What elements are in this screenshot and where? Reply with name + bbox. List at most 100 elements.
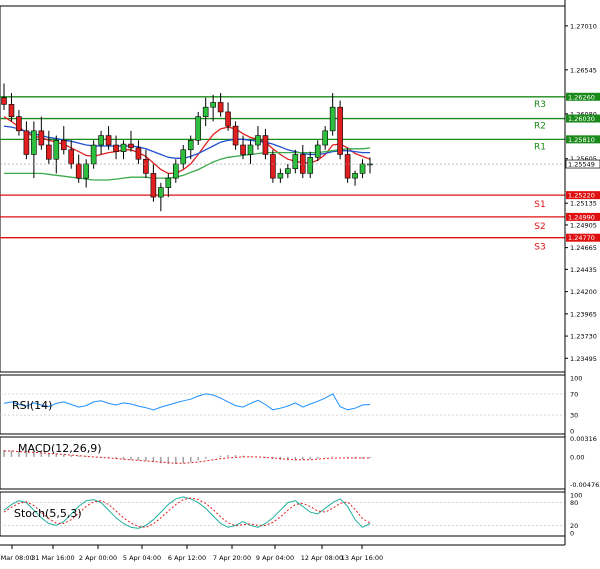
stoch-panel: 10080200Stoch(5,5,3) <box>0 491 582 538</box>
candle-body <box>337 106 343 155</box>
candle <box>270 149 276 183</box>
level-price-label: 1.25220 <box>568 192 595 200</box>
macd-label: MACD(12,26,9) <box>18 442 102 455</box>
rsi-tick-label: 100 <box>570 375 582 383</box>
candle-body <box>60 139 67 151</box>
candle-body <box>8 104 15 117</box>
time-tick-label: 30 Mar 08:00 <box>0 554 34 562</box>
candle-body <box>322 130 328 146</box>
rsi-label: RSI(14) <box>12 399 52 412</box>
candle-body <box>165 177 172 188</box>
candle-body <box>285 168 291 174</box>
price-panel: 1.270101.265451.260801.256051.251351.249… <box>0 5 600 373</box>
candle-body <box>314 144 321 158</box>
price-tick-label: 1.24200 <box>570 288 597 296</box>
candle-body <box>225 111 231 127</box>
rsi-tick-label: 70 <box>570 390 578 398</box>
current-price-label: 1.25549 <box>568 161 595 169</box>
price-tick-label: 1.25135 <box>570 200 597 208</box>
candle-body <box>352 173 358 179</box>
level-name-r1: R1 <box>534 142 546 152</box>
price-tick-label: 1.24905 <box>570 221 597 229</box>
candle-body <box>75 163 82 179</box>
rsi-panel: 10070300RSI(14) <box>0 374 582 436</box>
macd-tick-label: -0.004763 <box>570 481 600 489</box>
candle-body <box>232 125 239 146</box>
level-name-r3: R3 <box>534 100 546 110</box>
level-name-s1: S1 <box>534 200 545 210</box>
time-tick-label: 6 Apr 12:00 <box>168 554 206 562</box>
time-tick-label: 7 Apr 20:00 <box>213 554 251 562</box>
time-tick-label: 12 Apr 08:00 <box>301 554 343 562</box>
level-price-label: 1.26030 <box>568 115 595 123</box>
candle-body <box>255 135 261 146</box>
candle-body <box>38 130 45 146</box>
candle-body <box>292 154 299 169</box>
time-tick-label: 5 Apr 04:00 <box>123 554 161 562</box>
candle-body <box>187 139 194 151</box>
candle-body <box>270 154 276 179</box>
candle-body <box>180 149 187 165</box>
price-tick-label: 1.27010 <box>570 22 597 30</box>
candle-body <box>202 106 209 117</box>
forex-chart: 1.270101.265451.260801.256051.251351.249… <box>0 0 600 562</box>
stoch-tick-label: 0 <box>570 530 574 538</box>
candle-body <box>277 173 284 179</box>
candle-body <box>247 144 254 155</box>
time-tick-label: 31 Mar 16:00 <box>31 554 74 562</box>
time-axis: 30 Mar 08:0031 Mar 16:00 2 Apr 00:00 5 Apr… <box>0 545 383 562</box>
level-price-label: 1.26260 <box>568 93 595 101</box>
candle-body <box>31 130 37 155</box>
candle-body <box>359 163 366 174</box>
rsi-tick-label: 30 <box>570 412 578 420</box>
candle <box>195 111 202 146</box>
candle-body <box>16 116 22 132</box>
candle-body <box>240 144 246 155</box>
stoch-panel-frame <box>0 491 566 537</box>
level-price-label: 1.25810 <box>568 136 595 144</box>
candle-body <box>46 144 52 160</box>
candle-body <box>143 158 149 174</box>
candle-body <box>150 173 157 198</box>
candle <box>337 100 343 160</box>
level-price-label: 1.24770 <box>568 234 595 242</box>
macd-tick-label: 0.00316 <box>570 435 597 443</box>
rsi-panel-frame <box>0 374 566 435</box>
price-panel-frame <box>0 5 566 373</box>
candle-body <box>195 116 202 141</box>
candle-body <box>158 187 164 198</box>
candle-body <box>53 139 60 160</box>
candle-body <box>90 144 97 165</box>
candle-body <box>105 135 112 146</box>
stoch-tick-label: 80 <box>570 499 578 507</box>
macd-tick-label: 0.00 <box>570 453 584 461</box>
candle-body <box>1 97 7 105</box>
candle-body <box>113 144 119 152</box>
candle-body <box>23 130 30 155</box>
candle-body <box>329 106 336 132</box>
price-tick-label: 1.23495 <box>570 355 597 363</box>
time-tick-label: 2 Apr 00:00 <box>79 554 117 562</box>
macd-panel: 0.00316 0.00 -0.004763 MACD(12,26,9) <box>0 435 600 490</box>
time-tick-label: 13 Apr 16:00 <box>341 554 383 562</box>
candle-body <box>128 143 134 149</box>
time-tick-label: 9 Apr 04:00 <box>256 554 294 562</box>
candle-body <box>172 163 179 179</box>
candle-body <box>68 149 75 165</box>
stoch-label: Stoch(5,5,3) <box>14 507 82 520</box>
price-tick-label: 1.23730 <box>570 333 597 341</box>
level-name-r2: R2 <box>534 122 546 132</box>
candle-body <box>217 102 224 113</box>
price-tick-label: 1.23965 <box>570 310 597 318</box>
price-tick-label: 1.24665 <box>570 244 597 252</box>
price-tick-label: 1.24435 <box>570 266 597 274</box>
level-price-label: 1.24990 <box>568 213 595 221</box>
candle-body <box>120 143 127 152</box>
candle-body <box>344 154 351 179</box>
candle-body <box>83 163 89 179</box>
candle-body <box>307 157 314 174</box>
candle-body <box>210 102 216 108</box>
price-tick-label: 1.26545 <box>570 66 597 74</box>
level-name-s3: S3 <box>534 243 545 253</box>
level-name-s2: S2 <box>534 222 545 232</box>
